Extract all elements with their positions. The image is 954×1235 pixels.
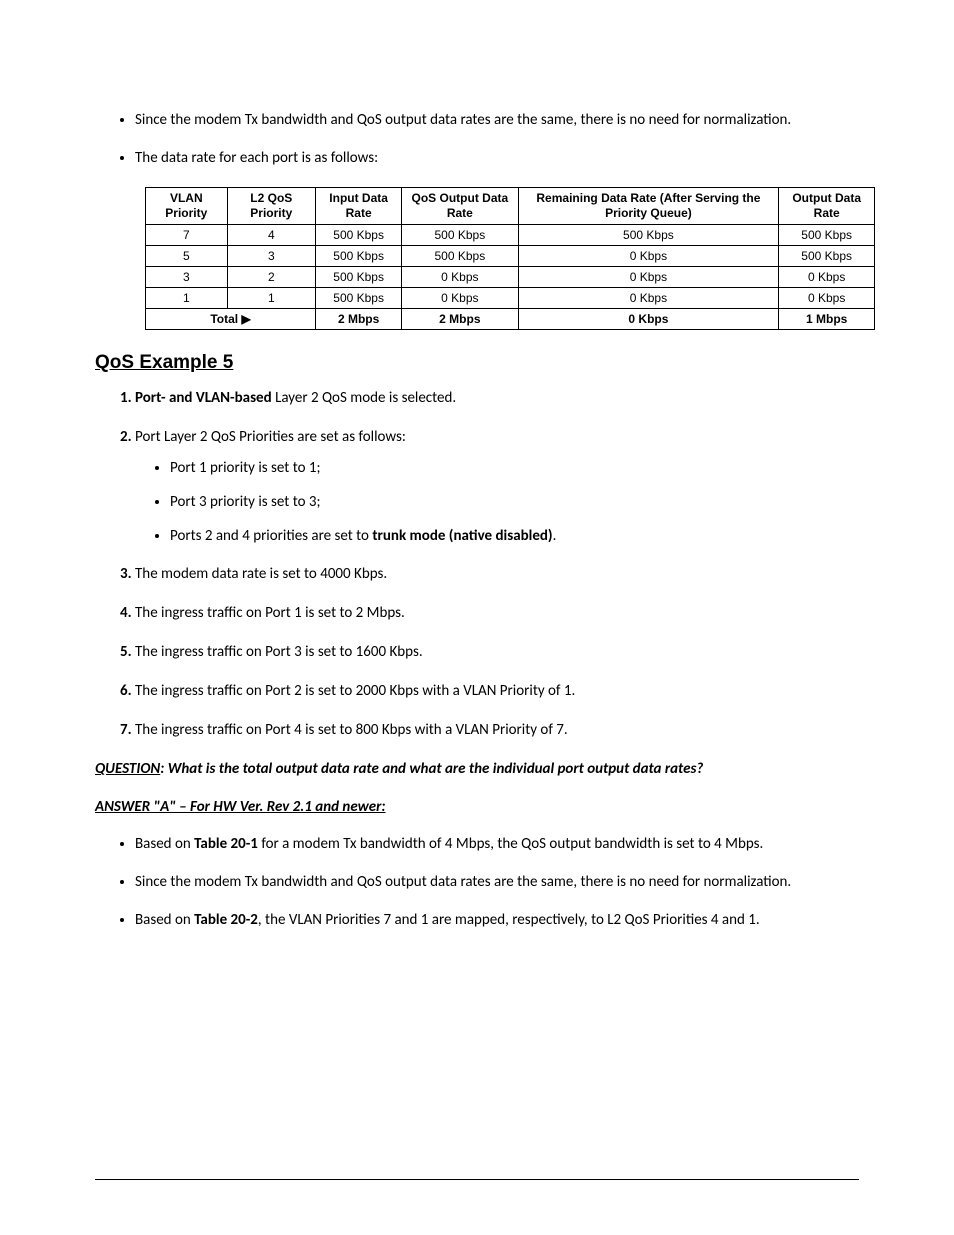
answer-heading: ANSWER "A" – For HW Ver. Rev 2.1 and new… [95, 798, 859, 816]
col-l2-qos-priority: L2 QoS Priority [227, 187, 315, 224]
sub-bullet-list: Port 1 priority is set to 1; Port 3 prio… [170, 458, 859, 547]
text: Ports 2 and 4 priorities are set to [170, 527, 372, 545]
bullet-item: Since the modem Tx bandwidth and QoS out… [135, 872, 859, 892]
cell: 0 Kbps [402, 266, 518, 287]
cell: 4 [227, 224, 315, 245]
col-vlan-priority: VLAN Priority [146, 187, 228, 224]
text: . [553, 527, 557, 545]
sub-bullet-item: Port 3 priority is set to 3; [170, 492, 859, 512]
section-heading: QoS Example 5 [95, 352, 859, 374]
text: for a modem Tx bandwidth of 4 Mbps, the … [258, 835, 763, 853]
cell: 0 Kbps [518, 266, 779, 287]
cell: 500 Kbps [402, 245, 518, 266]
cell: 500 Kbps [316, 266, 402, 287]
table-row: 7 4 500 Kbps 500 Kbps 500 Kbps 500 Kbps [146, 224, 875, 245]
cell: 5 [146, 245, 228, 266]
cell: 7 [146, 224, 228, 245]
cell: 0 Kbps [402, 287, 518, 308]
table-row: 3 2 500 Kbps 0 Kbps 0 Kbps 0 Kbps [146, 266, 875, 287]
total-label: Total ▶ [146, 308, 316, 329]
list-item: Port- and VLAN-based Layer 2 QoS mode is… [135, 388, 859, 409]
text-bold: Port- and VLAN-based [135, 389, 272, 407]
bullet-item: The data rate for each port is as follow… [135, 148, 859, 168]
text-bold: Table 20-1 [194, 835, 258, 853]
document-page: Since the modem Tx bandwidth and QoS out… [0, 0, 954, 1235]
table-row: 1 1 500 Kbps 0 Kbps 0 Kbps 0 Kbps [146, 287, 875, 308]
total-cell: 2 Mbps [316, 308, 402, 329]
cell: 500 Kbps [402, 224, 518, 245]
text-bold: trunk mode (native disabled) [372, 527, 552, 545]
table-row: 5 3 500 Kbps 500 Kbps 0 Kbps 500 Kbps [146, 245, 875, 266]
footer-rule [95, 1179, 859, 1180]
bullet-item: Based on Table 20-2, the VLAN Priorities… [135, 910, 859, 930]
cell: 500 Kbps [779, 224, 875, 245]
sub-bullet-item: Ports 2 and 4 priorities are set to trun… [170, 526, 859, 546]
bullet-item: Based on Table 20-1 for a modem Tx bandw… [135, 834, 859, 854]
question-label: QUESTION [95, 760, 160, 778]
question-block: QUESTION: What is the total output data … [95, 759, 859, 779]
list-item: The ingress traffic on Port 4 is set to … [135, 720, 859, 741]
total-cell: 1 Mbps [779, 308, 875, 329]
cell: 500 Kbps [316, 224, 402, 245]
question-text: : What is the total output data rate and… [160, 760, 703, 778]
cell: 3 [146, 266, 228, 287]
text: Layer 2 QoS mode is selected. [272, 389, 456, 407]
list-item: Port Layer 2 QoS Priorities are set as f… [135, 427, 859, 547]
table-header-row: VLAN Priority L2 QoS Priority Input Data… [146, 187, 875, 224]
col-output-rate: Output Data Rate [779, 187, 875, 224]
cell: 500 Kbps [316, 245, 402, 266]
cell: 2 [227, 266, 315, 287]
answer-bullet-list: Based on Table 20-1 for a modem Tx bandw… [135, 834, 859, 931]
numbered-list: Port- and VLAN-based Layer 2 QoS mode is… [135, 388, 859, 742]
cell: 500 Kbps [518, 224, 779, 245]
cell: 1 [227, 287, 315, 308]
cell: 0 Kbps [518, 245, 779, 266]
cell: 0 Kbps [779, 287, 875, 308]
text: Port Layer 2 QoS Priorities are set as f… [135, 428, 406, 446]
total-cell: 2 Mbps [402, 308, 518, 329]
col-input-rate: Input Data Rate [316, 187, 402, 224]
table-total-row: Total ▶ 2 Mbps 2 Mbps 0 Kbps 1 Mbps [146, 308, 875, 329]
cell: 500 Kbps [316, 287, 402, 308]
text-bold: Table 20-2 [194, 911, 258, 929]
bullet-item: Since the modem Tx bandwidth and QoS out… [135, 110, 859, 130]
cell: 3 [227, 245, 315, 266]
data-rate-table: VLAN Priority L2 QoS Priority Input Data… [145, 187, 875, 330]
list-item: The modem data rate is set to 4000 Kbps. [135, 564, 859, 585]
top-bullet-list: Since the modem Tx bandwidth and QoS out… [135, 110, 859, 169]
text: Based on [135, 835, 194, 853]
col-remaining-rate: Remaining Data Rate (After Serving the P… [518, 187, 779, 224]
cell: 500 Kbps [779, 245, 875, 266]
cell: 0 Kbps [518, 287, 779, 308]
text: Based on [135, 911, 194, 929]
total-cell: 0 Kbps [518, 308, 779, 329]
text: , the VLAN Priorities 7 and 1 are mapped… [258, 911, 760, 929]
cell: 0 Kbps [779, 266, 875, 287]
list-item: The ingress traffic on Port 3 is set to … [135, 642, 859, 663]
sub-bullet-item: Port 1 priority is set to 1; [170, 458, 859, 478]
list-item: The ingress traffic on Port 2 is set to … [135, 681, 859, 702]
cell: 1 [146, 287, 228, 308]
col-qos-output-rate: QoS Output Data Rate [402, 187, 518, 224]
list-item: The ingress traffic on Port 1 is set to … [135, 603, 859, 624]
